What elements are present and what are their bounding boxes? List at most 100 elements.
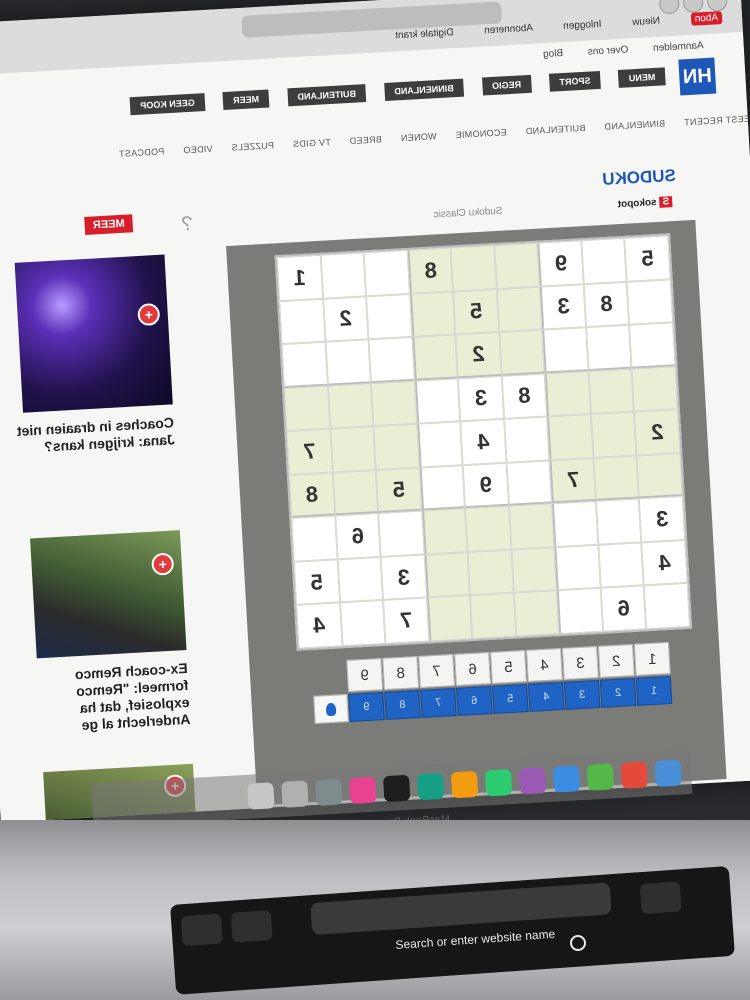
news-thumbnail[interactable]: + (14, 254, 173, 413)
note-number-button[interactable]: 5 (492, 683, 529, 714)
sudoku-cell[interactable] (337, 556, 384, 603)
sudoku-cell[interactable] (467, 549, 514, 596)
terminal-icon[interactable] (382, 774, 411, 803)
number-button[interactable]: 5 (490, 650, 527, 684)
sudoku-cell[interactable] (627, 278, 674, 325)
nav-item[interactable]: MEER (222, 89, 270, 111)
subnav-item[interactable]: PODCAST (119, 146, 165, 159)
help-button[interactable]: ? (181, 213, 193, 237)
sudoku-cell[interactable] (557, 588, 604, 635)
sudoku-cell[interactable] (412, 334, 459, 381)
sudoku-cell[interactable] (598, 542, 645, 589)
sudoku-cell[interactable] (644, 583, 691, 630)
sudoku-cell[interactable] (409, 291, 456, 337)
sudoku-cell[interactable] (329, 426, 376, 473)
app-icon[interactable] (518, 767, 547, 795)
number-button[interactable]: 2 (597, 644, 635, 678)
sudoku-cell[interactable] (339, 600, 386, 647)
bookmark-highlight[interactable]: Abon (690, 11, 723, 26)
app-icon[interactable] (450, 770, 479, 799)
sudoku-cell[interactable]: 5 (293, 559, 340, 606)
sudoku-cell[interactable]: 7 (549, 457, 596, 504)
number-button[interactable]: 6 (454, 652, 491, 686)
number-button[interactable]: 1 (633, 642, 671, 676)
sudoku-cell[interactable] (547, 414, 594, 461)
note-number-button[interactable]: 8 (384, 690, 421, 720)
touchbar-key[interactable] (180, 913, 223, 947)
sudoku-cell[interactable]: 8 (407, 247, 454, 294)
sudoku-cell[interactable]: 8 (501, 373, 548, 420)
sudoku-cell[interactable] (542, 327, 589, 374)
close-window-icon[interactable] (706, 0, 728, 12)
sudoku-cell[interactable]: 2 (322, 295, 369, 342)
sudoku-cell[interactable] (320, 252, 367, 299)
sudoku-cell[interactable] (552, 501, 599, 548)
sudoku-cell[interactable]: 7 (286, 428, 333, 475)
sudoku-cell[interactable]: 4 (641, 539, 688, 586)
number-button[interactable]: 4 (526, 648, 563, 682)
sudoku-cell[interactable] (424, 551, 471, 598)
subnav-item[interactable]: BREED (349, 134, 382, 146)
sudoku-cell[interactable] (368, 336, 415, 383)
note-number-button[interactable]: 1 (635, 675, 673, 706)
sudoku-cell[interactable] (366, 293, 413, 340)
finder-icon[interactable] (654, 759, 682, 787)
sudoku-cell[interactable] (593, 455, 640, 502)
sudoku-cell[interactable] (629, 322, 676, 369)
nav-item[interactable]: MENU (618, 67, 666, 88)
sudoku-cell[interactable]: 3 (380, 554, 427, 601)
sudoku-cell[interactable] (595, 498, 642, 545)
sudoku-cell[interactable] (281, 341, 328, 388)
number-button[interactable]: 7 (418, 654, 455, 688)
sudoku-cell[interactable] (470, 593, 517, 639)
sudoku-cell[interactable]: 8 (288, 472, 335, 519)
sudoku-cell[interactable] (284, 385, 330, 432)
sudoku-cell[interactable] (332, 469, 379, 516)
nav-item[interactable]: GEEN KOOP (129, 93, 206, 116)
sudoku-cell[interactable]: 4 (296, 602, 343, 649)
news-thumbnail[interactable]: + (30, 530, 187, 659)
sudoku-cell[interactable] (631, 365, 678, 412)
sudoku-cell[interactable] (581, 237, 628, 284)
sudoku-cell[interactable] (450, 245, 497, 292)
sudoku-cell[interactable] (496, 286, 543, 333)
sudoku-cell[interactable]: 9 (537, 240, 584, 287)
subnav-item[interactable]: BINNENLAND (604, 118, 665, 131)
sudoku-cell[interactable] (414, 378, 461, 424)
bookmark-item[interactable]: Digitale krant (395, 27, 454, 41)
subnav-item[interactable]: PUZZELS (231, 140, 274, 152)
sudoku-cell[interactable] (416, 421, 463, 468)
sudoku-cell[interactable]: 3 (458, 375, 504, 422)
sudoku-cell[interactable]: 2 (455, 332, 502, 379)
sudoku-cell[interactable] (325, 339, 372, 386)
sudoku-cell[interactable] (327, 382, 374, 429)
site-logo[interactable]: HN (678, 57, 717, 96)
sudoku-cell[interactable] (371, 380, 417, 427)
sudoku-cell[interactable] (373, 423, 420, 470)
sudoku-cell[interactable]: 6 (600, 585, 647, 632)
subnav-item[interactable]: WONEN (400, 131, 437, 143)
sudoku-cell[interactable] (494, 242, 541, 289)
music-icon[interactable] (349, 776, 377, 805)
sudoku-cell[interactable] (378, 510, 425, 557)
sudoku-cell[interactable] (421, 508, 468, 555)
note-number-button[interactable]: 4 (527, 681, 565, 712)
sudoku-cell[interactable]: 7 (383, 597, 430, 644)
util-link[interactable]: Over ons (588, 44, 629, 57)
app-icon[interactable] (586, 763, 615, 791)
note-number-button[interactable]: 9 (348, 692, 385, 722)
sudoku-cell[interactable]: 6 (334, 513, 381, 560)
bookmark-item[interactable]: Abonneren (484, 23, 533, 37)
sudoku-cell[interactable]: 9 (462, 462, 509, 509)
sudoku-cell[interactable] (588, 368, 635, 415)
hint-button[interactable] (313, 694, 349, 724)
sudoku-cell[interactable]: 3 (639, 496, 686, 543)
sudoku-cell[interactable] (508, 503, 555, 550)
sudoku-cell[interactable]: 8 (583, 281, 630, 328)
subnav-item[interactable]: MEEST RECENT (684, 113, 750, 127)
number-button[interactable]: 8 (382, 656, 420, 690)
sudoku-cell[interactable] (513, 590, 560, 637)
sudoku-cell[interactable] (499, 329, 545, 376)
util-link[interactable]: Blog (543, 48, 564, 60)
number-button[interactable]: 3 (562, 646, 599, 680)
